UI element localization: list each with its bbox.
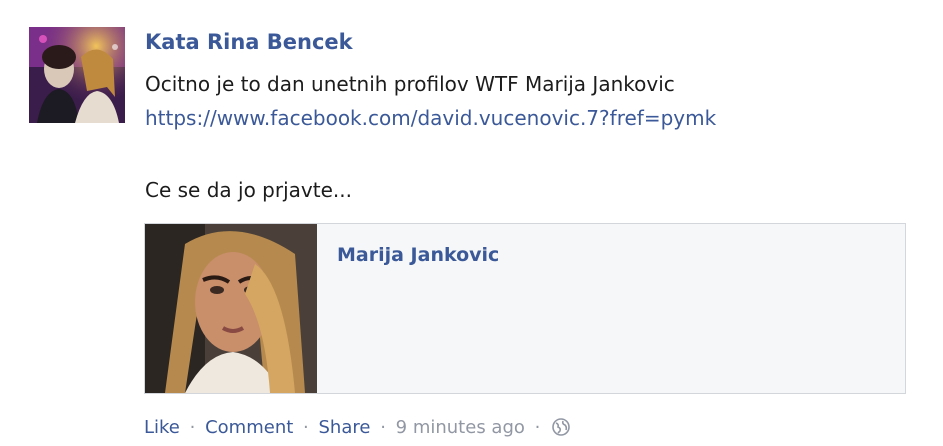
separator: · [189,417,196,438]
author-avatar[interactable] [29,27,125,123]
post-author-name[interactable]: Kata Rina Bencek [145,30,353,54]
post-profile-link[interactable]: https://www.facebook.com/david.vucenovic… [145,106,716,130]
share-link[interactable]: Share [319,417,371,438]
shared-profile-name[interactable]: Marija Jankovic [337,244,499,266]
post-timestamp[interactable]: 9 minutes ago [396,417,525,438]
shared-profile-card[interactable]: Marija Jankovic [144,223,906,394]
shared-profile-photo[interactable] [145,224,317,393]
comment-link[interactable]: Comment [205,417,293,438]
globe-icon[interactable] [552,418,570,441]
post-text-line: Ocitno je to dan unetnih profilov WTF Ma… [145,72,675,96]
avatar-photo [29,27,125,123]
profile-photo [145,224,317,393]
like-link[interactable]: Like [144,417,180,438]
separator: · [303,417,309,438]
separator: · [534,417,541,438]
post-text-line: Ce se da jo prjavte... [145,178,352,202]
post-action-bar: Like · Comment · Share · 9 minutes ago · [144,417,570,441]
separator: · [380,417,386,438]
